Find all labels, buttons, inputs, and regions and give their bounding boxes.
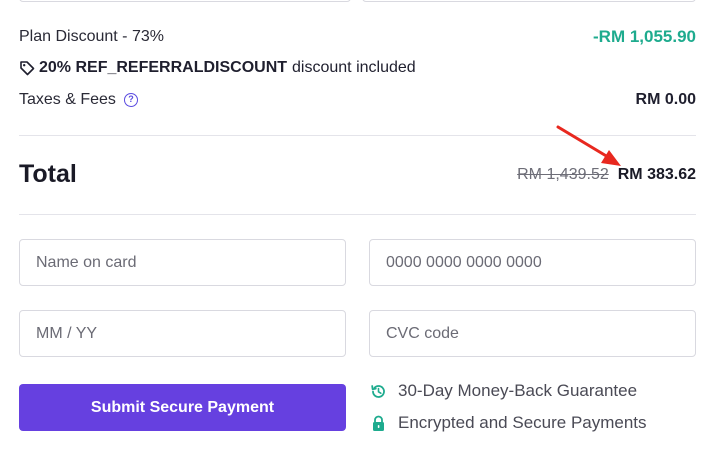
name-on-card-field[interactable]: [19, 239, 346, 286]
divider-top: [19, 135, 696, 136]
checkout-summary: Plan Discount - 73% -RM 1,055.90 20% REF…: [0, 0, 720, 453]
plan-discount-label: Plan Discount - 73%: [19, 28, 164, 45]
total-label: Total: [19, 160, 77, 188]
expiry-input[interactable]: [36, 324, 329, 343]
expiry-field[interactable]: [19, 310, 346, 357]
total-price-group: RM 1,439.52 RM 383.62: [517, 166, 696, 184]
secure-text: Encrypted and Secure Payments: [398, 413, 647, 432]
final-price: RM 383.62: [617, 165, 696, 183]
money-back-text: 30-Day Money-Back Guarantee: [398, 381, 638, 400]
coupon-line: 20% REF_REFERRALDISCOUNT discount includ…: [19, 59, 416, 77]
taxes-value: RM 0.00: [635, 91, 696, 108]
original-price: RM 1,439.52: [517, 165, 609, 183]
taxes-row: Taxes & Fees? RM 0.00: [19, 91, 696, 109]
taxes-label: Taxes & Fees: [19, 91, 116, 108]
card-number-field[interactable]: [369, 239, 696, 286]
coupon-code: 20% REF_REFERRALDISCOUNT: [39, 59, 288, 76]
plan-discount-value: -RM 1,055.90: [593, 27, 696, 46]
plan-discount-row: Plan Discount - 73% -RM 1,055.90: [19, 27, 696, 47]
lock-icon: [373, 415, 384, 431]
submit-payment-button[interactable]: Submit Secure Payment: [19, 384, 346, 431]
history-icon: [371, 384, 385, 398]
help-icon[interactable]: ?: [123, 92, 138, 107]
name-on-card-input[interactable]: [36, 253, 329, 272]
card-number-input[interactable]: [386, 253, 679, 272]
secure-payments: Encrypted and Secure Payments: [370, 413, 647, 433]
taxes-label-wrap: Taxes & Fees?: [19, 91, 138, 109]
cvc-input[interactable]: [386, 324, 679, 343]
money-back-guarantee: 30-Day Money-Back Guarantee: [370, 381, 637, 401]
top-field-right[interactable]: [362, 0, 696, 2]
top-field-left[interactable]: [19, 0, 351, 2]
coupon-suffix: discount included: [292, 59, 416, 76]
tag-icon: [19, 60, 35, 76]
cvc-field[interactable]: [369, 310, 696, 357]
divider-bottom: [19, 214, 696, 215]
total-row: Total RM 1,439.52 RM 383.62: [19, 160, 696, 189]
